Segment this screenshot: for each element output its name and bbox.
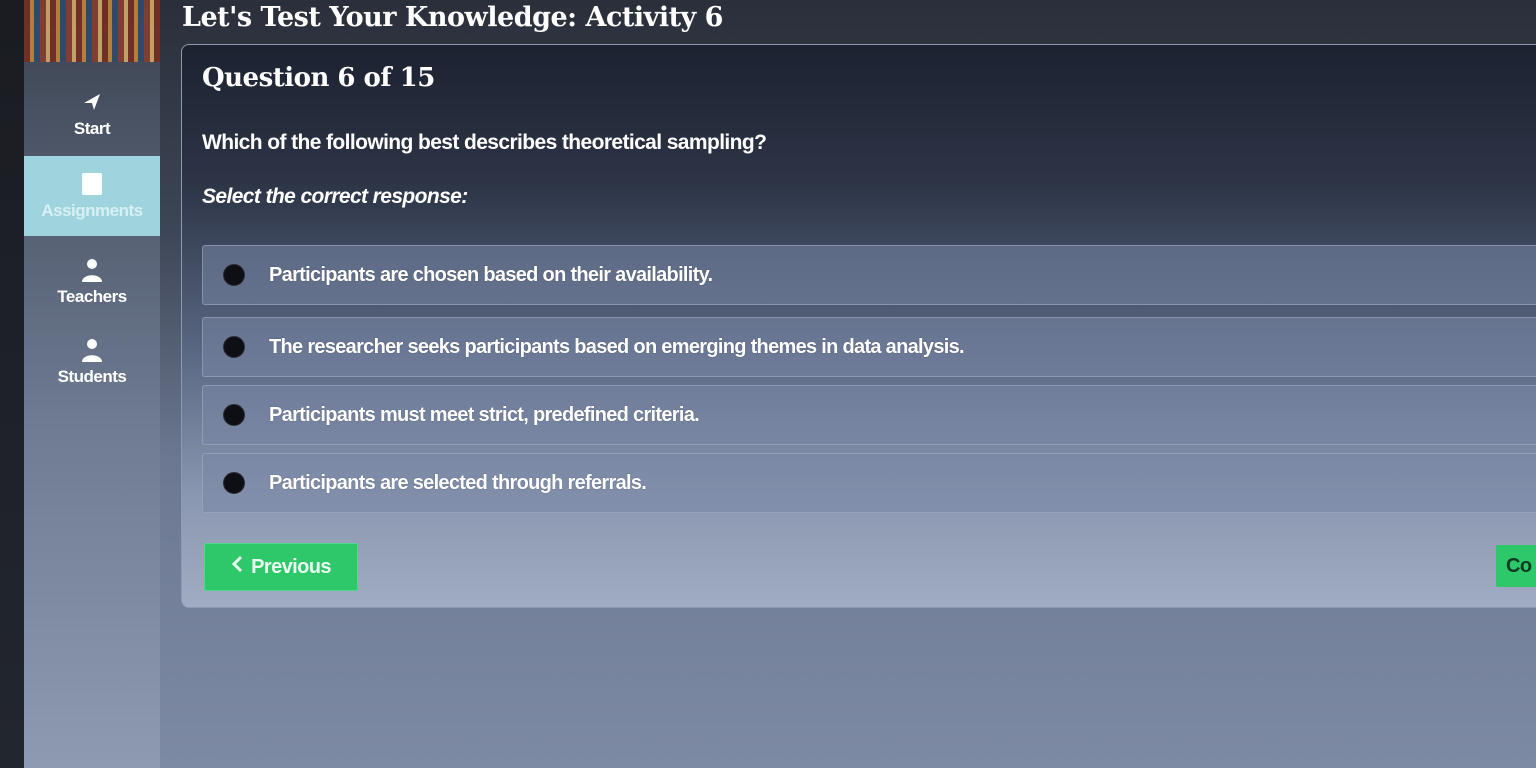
screen-edge <box>0 0 24 768</box>
question-instruction: Select the correct response: <box>202 185 468 208</box>
person-icon <box>80 257 104 283</box>
library-banner-image <box>24 0 160 62</box>
answer-option-label: The researcher seeks participants based … <box>269 335 965 358</box>
continue-button[interactable]: Co <box>1496 545 1536 587</box>
page-title: Let's Test Your Knowledge: Activity 6 <box>182 2 723 33</box>
previous-button-label: Previous <box>251 555 331 578</box>
answer-option[interactable]: Participants are selected through referr… <box>202 453 1536 513</box>
continue-button-label: Co <box>1506 554 1532 577</box>
radio-button[interactable] <box>223 264 245 286</box>
radio-button[interactable] <box>223 404 245 426</box>
sidebar-item-label: Start <box>73 119 111 138</box>
person-icon <box>80 337 104 363</box>
radio-button[interactable] <box>223 336 245 358</box>
document-icon <box>81 171 103 197</box>
arrow-icon <box>81 89 103 115</box>
radio-button[interactable] <box>223 472 245 494</box>
chevron-left-icon <box>231 555 243 579</box>
previous-button[interactable]: Previous <box>204 543 358 591</box>
answer-option[interactable]: Participants are chosen based on their a… <box>202 245 1536 305</box>
sidebar-item-assignments[interactable]: Assignments <box>24 156 160 236</box>
question-text: Which of the following best describes th… <box>202 131 767 154</box>
sidebar: Start Assignments Teachers Students <box>24 0 160 768</box>
answer-option-label: Participants are selected through referr… <box>269 471 647 494</box>
sidebar-item-start[interactable]: Start <box>24 74 160 154</box>
question-counter: Question 6 of 15 <box>202 63 435 93</box>
sidebar-item-teachers[interactable]: Teachers <box>24 242 160 322</box>
answer-option-label: Participants are chosen based on their a… <box>269 263 713 286</box>
sidebar-item-label: Assignments <box>41 201 143 220</box>
answer-option[interactable]: The researcher seeks participants based … <box>202 317 1536 377</box>
sidebar-item-label: Students <box>57 367 127 386</box>
answer-option[interactable]: Participants must meet strict, predefine… <box>202 385 1536 445</box>
sidebar-item-label: Teachers <box>57 287 127 306</box>
sidebar-item-students[interactable]: Students <box>24 322 160 402</box>
answer-option-label: Participants must meet strict, predefine… <box>269 403 700 426</box>
question-card: Question 6 of 15 Which of the following … <box>181 44 1536 608</box>
